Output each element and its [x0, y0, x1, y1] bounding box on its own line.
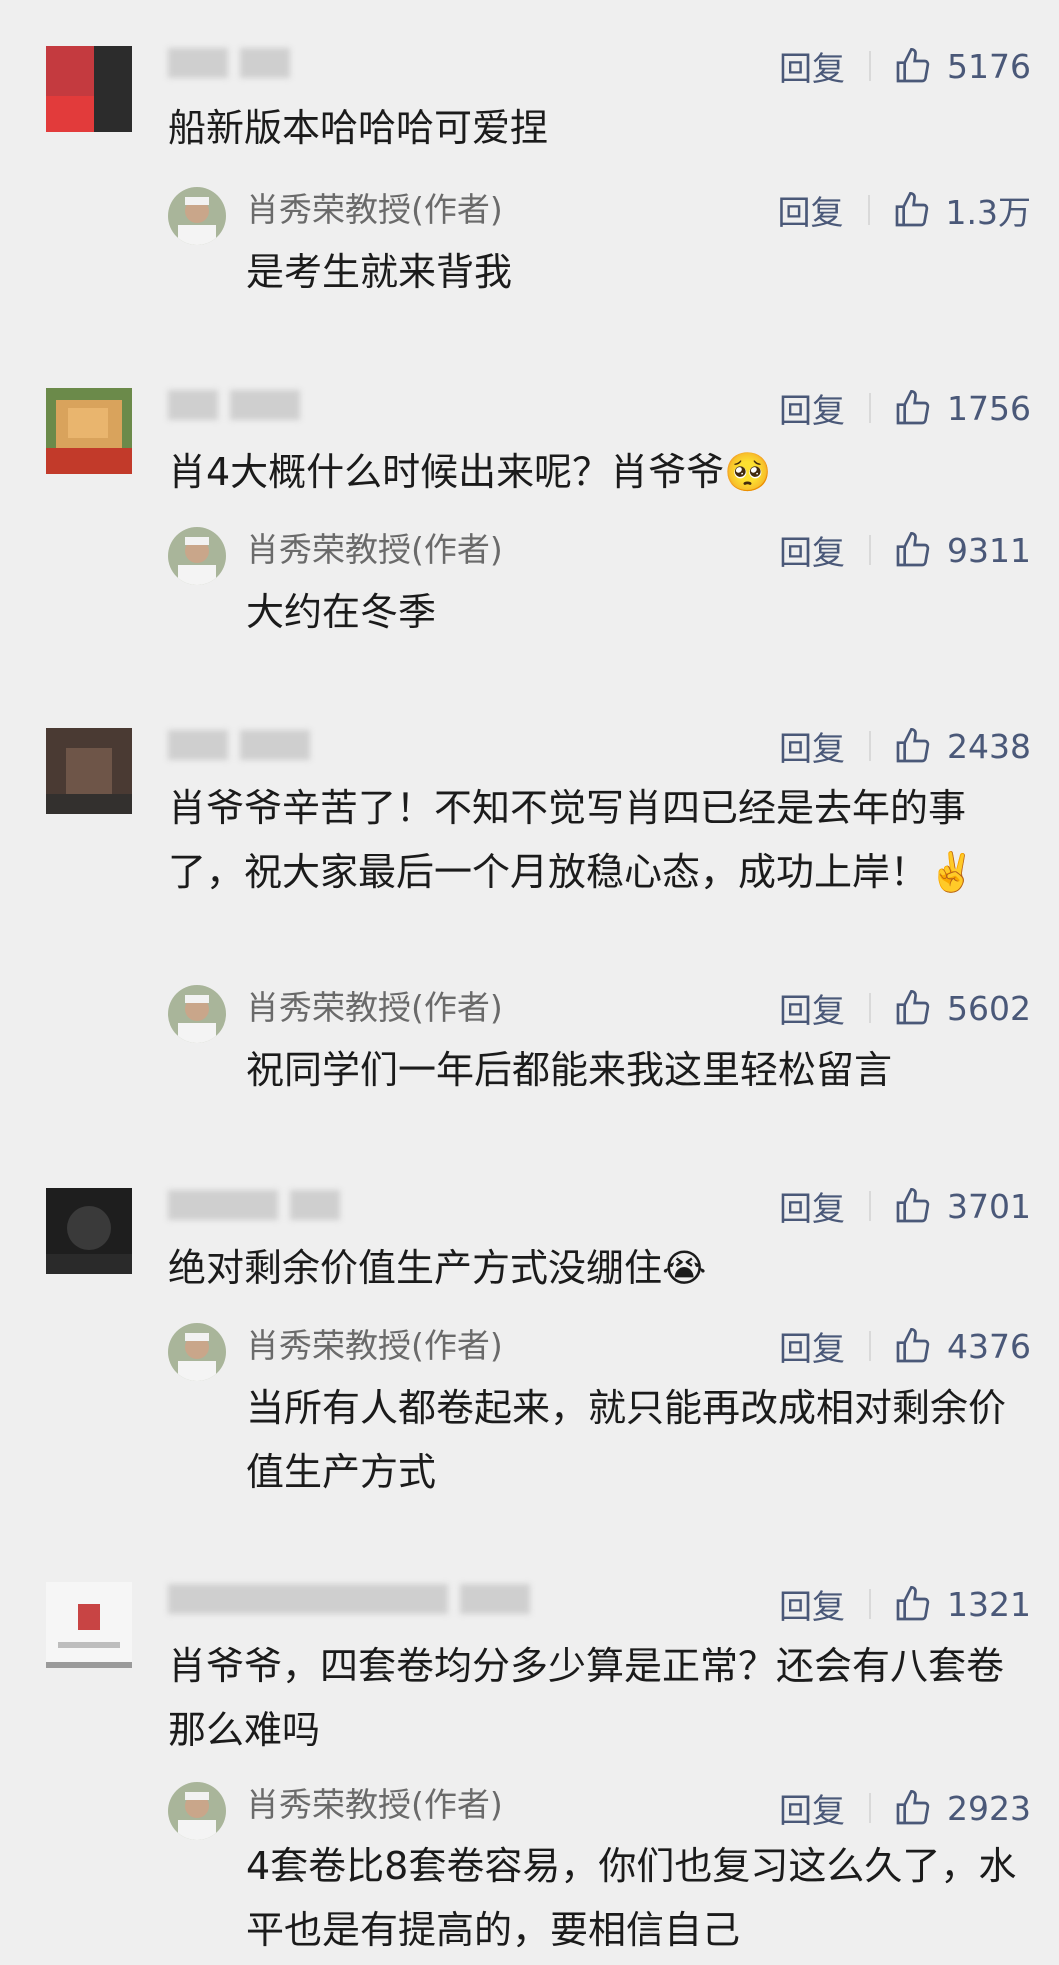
reply-button[interactable]: 回复 — [779, 1580, 845, 1628]
divider — [869, 1793, 872, 1823]
author-name[interactable]: 肖秀荣教授(作者) — [246, 522, 503, 578]
author-reply-text: 大约在冬季 — [246, 590, 437, 634]
comment-text: 船新版本哈哈哈可爱捏 — [168, 106, 549, 150]
avatar[interactable] — [46, 728, 132, 814]
author-name[interactable]: 肖秀荣教授(作者) — [246, 980, 503, 1036]
reply-actions: 回复 2923 — [779, 1778, 1031, 1838]
username-blurred[interactable] — [168, 44, 290, 82]
thumbs-up-icon[interactable] — [893, 988, 933, 1028]
author-name[interactable]: 肖秀荣教授(作者) — [246, 1318, 503, 1374]
divider — [869, 1589, 872, 1619]
avatar[interactable] — [46, 1188, 132, 1274]
divider — [867, 195, 870, 225]
author-avatar[interactable] — [168, 1323, 226, 1381]
like-count: 9311 — [947, 530, 1031, 570]
like-count: 4376 — [947, 1326, 1031, 1366]
author-avatar[interactable] — [168, 1782, 226, 1840]
like-count: 1.3万 — [945, 193, 1031, 232]
username-blurred[interactable] — [168, 1186, 340, 1224]
like-count: 5176 — [947, 46, 1031, 86]
comment-actions: 回复 2438 — [779, 716, 1031, 776]
reply-button[interactable]: 回复 — [778, 186, 844, 234]
username-blurred[interactable] — [168, 726, 310, 764]
username-blurred[interactable] — [168, 386, 300, 424]
author-name[interactable]: 肖秀荣教授(作者) — [246, 1777, 503, 1833]
thumbs-up-icon[interactable] — [893, 530, 933, 570]
author-avatar[interactable] — [168, 527, 226, 585]
comment-actions: 回复 5176 — [779, 36, 1031, 96]
author-avatar[interactable] — [168, 985, 226, 1043]
divider — [869, 1331, 872, 1361]
author-reply-text: 祝同学们一年后都能来我这里轻松留言 — [246, 1048, 893, 1092]
comment-text: 肖爷爷辛苦了！不知不觉写肖四已经是去年的事了，祝大家最后一个月放稳心态，成功上岸… — [168, 786, 976, 894]
reply-button[interactable]: 回复 — [779, 42, 845, 90]
like-count: 2923 — [947, 1788, 1031, 1828]
thumbs-up-icon[interactable] — [893, 1326, 933, 1366]
thumbs-up-icon[interactable] — [893, 726, 933, 766]
thumbs-up-icon[interactable] — [892, 190, 932, 230]
like-count: 1756 — [947, 388, 1031, 428]
comment-actions: 回复 1321 — [779, 1574, 1031, 1634]
like-count: 5602 — [947, 988, 1031, 1028]
reply-button[interactable]: 回复 — [779, 984, 845, 1032]
reply-button[interactable]: 回复 — [779, 526, 845, 574]
reply-actions: 回复 9311 — [779, 520, 1031, 580]
thumbs-up-icon[interactable] — [893, 1788, 933, 1828]
thumbs-up-icon[interactable] — [893, 1584, 933, 1624]
divider — [869, 1191, 872, 1221]
comment-actions: 回复 3701 — [779, 1176, 1031, 1236]
reply-actions: 回复 5602 — [779, 978, 1031, 1038]
divider — [869, 51, 872, 81]
avatar[interactable] — [46, 46, 132, 132]
comment-text: 肖4大概什么时候出来呢？肖爷爷🥺 — [168, 450, 772, 494]
reply-button[interactable]: 回复 — [779, 722, 845, 770]
reply-button[interactable]: 回复 — [779, 384, 845, 432]
divider — [869, 535, 872, 565]
avatar[interactable] — [46, 1582, 132, 1668]
comment-text: 绝对剩余价值生产方式没绷住😭 — [168, 1246, 707, 1290]
author-reply-text: 当所有人都卷起来，就只能再改成相对剩余价值生产方式 — [246, 1386, 1007, 1494]
thumbs-up-icon[interactable] — [893, 46, 933, 86]
author-avatar[interactable] — [168, 187, 226, 245]
reply-actions: 回复 4376 — [779, 1316, 1031, 1376]
comment-text: 肖爷爷，四套卷均分多少算是正常？还会有八套卷那么难吗 — [168, 1644, 1005, 1752]
reply-button[interactable]: 回复 — [779, 1322, 845, 1370]
avatar[interactable] — [46, 388, 132, 474]
like-count: 3701 — [947, 1186, 1031, 1226]
divider — [869, 393, 872, 423]
author-name[interactable]: 肖秀荣教授(作者) — [246, 182, 503, 238]
like-count: 1321 — [947, 1584, 1031, 1624]
thumbs-up-icon[interactable] — [893, 388, 933, 428]
like-count: 2438 — [947, 726, 1031, 766]
thumbs-up-icon[interactable] — [893, 1186, 933, 1226]
author-reply-text: 4套卷比8套卷容易，你们也复习这么久了，水平也是有提高的，要相信自己 — [246, 1844, 1017, 1952]
username-blurred[interactable] — [168, 1580, 530, 1618]
reply-button[interactable]: 回复 — [779, 1784, 845, 1832]
reply-actions: 回复 1.3万 — [778, 180, 1031, 240]
reply-button[interactable]: 回复 — [779, 1182, 845, 1230]
divider — [869, 993, 872, 1023]
comment-actions: 回复 1756 — [779, 378, 1031, 438]
divider — [869, 731, 872, 761]
author-reply-text: 是考生就来背我 — [246, 250, 513, 294]
